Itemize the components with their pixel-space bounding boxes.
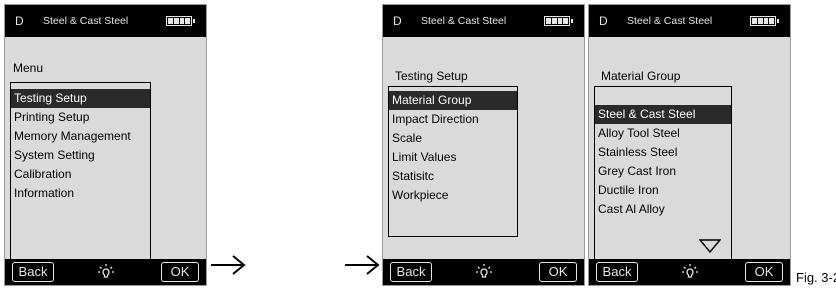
button-bar: Back OK [589, 259, 790, 285]
back-button[interactable]: Back [390, 262, 432, 282]
testing-setup-screen: D Steel & Cast Steel Testing Setup Mater… [382, 4, 585, 286]
list-item-cast-al-alloy[interactable]: Cast Al Alloy [595, 200, 731, 219]
light-bulb-icon[interactable] [475, 263, 493, 281]
ok-button[interactable]: OK [539, 262, 577, 282]
settings-list: Material Group Impact Direction Scale Li… [388, 86, 518, 237]
battery-icon [166, 16, 195, 26]
button-bar: Back OK [5, 259, 206, 285]
page-title: Menu [13, 61, 44, 75]
battery-icon [750, 16, 779, 26]
status-bar: D Steel & Cast Steel [5, 5, 206, 37]
menu-item-impact-direction[interactable]: Impact Direction [389, 110, 517, 129]
menu-item-calibration[interactable]: Calibration [11, 165, 150, 184]
menu-list: Testing Setup Printing Setup Memory Mana… [10, 82, 151, 263]
list-item-steel-cast-steel[interactable]: Steel & Cast Steel [595, 105, 731, 124]
probe-mode-indicator: D [599, 14, 608, 28]
menu-item-testing-setup[interactable]: Testing Setup [11, 89, 150, 108]
material-group-screen: D Steel & Cast Steel Material Group Stee… [588, 4, 791, 286]
material-indicator: Steel & Cast Steel [627, 15, 713, 27]
right-arrow-icon [211, 255, 246, 275]
figure-caption: Fig. 3-2 [796, 270, 836, 285]
list-item-alloy-tool-steel[interactable]: Alloy Tool Steel [595, 124, 731, 143]
menu-item-material-group[interactable]: Material Group [389, 91, 517, 110]
back-button[interactable]: Back [12, 262, 54, 282]
light-bulb-icon[interactable] [681, 263, 699, 281]
menu-item-printing-setup[interactable]: Printing Setup [11, 108, 150, 127]
light-bulb-icon[interactable] [97, 263, 115, 281]
menu-item-workpiece[interactable]: Workpiece [389, 186, 517, 205]
right-arrow-icon [345, 255, 380, 275]
scroll-down-triangle-icon[interactable] [699, 239, 721, 253]
menu-item-system-setting[interactable]: System Setting [11, 146, 150, 165]
menu-item-scale[interactable]: Scale [389, 129, 517, 148]
list-item-stainless-steel[interactable]: Stainless Steel [595, 143, 731, 162]
menu-item-information[interactable]: Information [11, 184, 150, 203]
list-item-grey-cast-iron[interactable]: Grey Cast Iron [595, 162, 731, 181]
menu-item-statistic[interactable]: Statisitc [389, 167, 517, 186]
material-indicator: Steel & Cast Steel [43, 15, 129, 27]
page-title: Material Group [601, 69, 681, 83]
menu-item-memory-management[interactable]: Memory Management [11, 127, 150, 146]
button-bar: Back OK [383, 259, 584, 285]
probe-mode-indicator: D [15, 14, 24, 28]
ok-button[interactable]: OK [161, 262, 199, 282]
material-list: Steel & Cast Steel Alloy Tool Steel Stai… [594, 86, 732, 262]
status-bar: D Steel & Cast Steel [589, 5, 790, 37]
menu-item-limit-values[interactable]: Limit Values [389, 148, 517, 167]
menu-screen: D Steel & Cast Steel Menu Testing Setup … [4, 4, 207, 286]
list-item-ductile-iron[interactable]: Ductile Iron [595, 181, 731, 200]
status-bar: D Steel & Cast Steel [383, 5, 584, 37]
battery-icon [544, 16, 573, 26]
ok-button[interactable]: OK [745, 262, 783, 282]
back-button[interactable]: Back [596, 262, 638, 282]
page-title: Testing Setup [395, 69, 468, 83]
material-indicator: Steel & Cast Steel [421, 15, 507, 27]
probe-mode-indicator: D [393, 14, 402, 28]
